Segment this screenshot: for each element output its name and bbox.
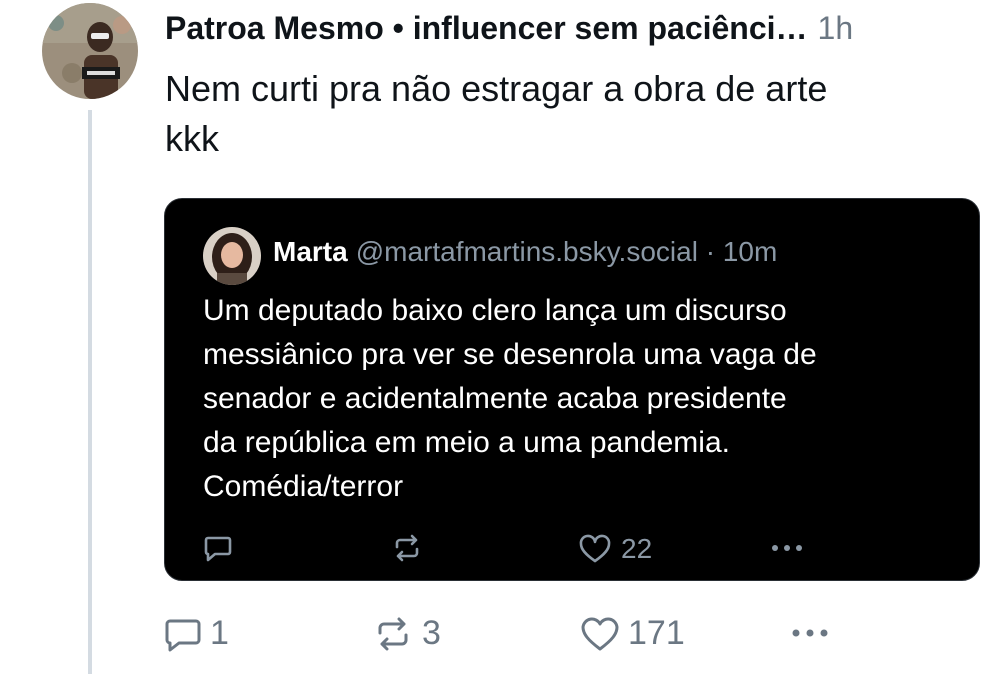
post-text-line: kkk [165, 118, 219, 159]
heart-icon [580, 615, 620, 653]
quoted-post-card[interactable]: Marta @martafmartins.bsky.social · 10m Um… [164, 198, 980, 581]
post-text: Nem curti pra não estragar a obra de art… [165, 64, 965, 164]
like-button[interactable]: 171 [580, 614, 685, 653]
like-count: 171 [628, 614, 685, 652]
more-icon [788, 614, 832, 652]
reply-icon [203, 533, 233, 563]
quote-text-line: senador e acidentalmente acaba president… [203, 382, 787, 415]
post-text-line: Nem curti pra não estragar a obra de art… [165, 68, 828, 109]
author-display-name[interactable]: Patroa Mesmo • influencer sem paciênci… [165, 10, 808, 47]
quote-header: Marta @martafmartins.bsky.social · 10m [273, 236, 777, 268]
repost-icon [391, 533, 423, 563]
repost-icon [372, 615, 414, 653]
post-timestamp[interactable]: 1h [818, 10, 854, 47]
repost-button[interactable]: 3 [372, 614, 441, 653]
quote-text-line: messiânico pra ver se desenrola uma vaga… [203, 338, 817, 371]
quote-text-line: Comédia/terror [203, 470, 404, 503]
quote-reply-button[interactable] [203, 533, 233, 563]
quote-actions: 22 [203, 533, 943, 565]
reply-count: 1 [210, 614, 229, 652]
quote-text: Um deputado baixo clero lança um discurs… [203, 289, 943, 509]
quote-handle-time[interactable]: @martafmartins.bsky.social · 10m [356, 236, 778, 267]
thread-line [88, 110, 92, 674]
quote-display-name[interactable]: Marta [273, 236, 348, 267]
reply-button[interactable]: 1 [164, 614, 229, 653]
quote-author-avatar[interactable] [203, 227, 261, 285]
repost-count: 3 [422, 614, 441, 652]
author-avatar[interactable] [42, 3, 138, 99]
reply-icon [164, 615, 202, 653]
post-actions: 1 3 171 [164, 614, 844, 654]
quote-like-count: 22 [621, 533, 653, 564]
quote-more-button[interactable] [769, 533, 805, 563]
quote-text-line: Um deputado baixo clero lança um discurs… [203, 294, 787, 327]
post-header: Patroa Mesmo • influencer sem paciênci… … [165, 10, 985, 54]
quote-text-line: da república em meio a uma pandemia. [203, 426, 730, 459]
quote-repost-button[interactable] [391, 533, 423, 563]
more-options-button[interactable] [788, 614, 832, 652]
heart-icon [579, 534, 611, 564]
quote-like-button[interactable]: 22 [579, 533, 652, 565]
more-icon [769, 533, 805, 563]
